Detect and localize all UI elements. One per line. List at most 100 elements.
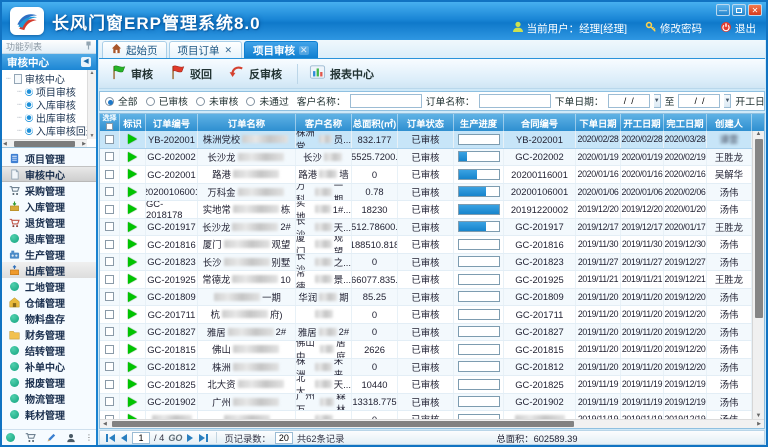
more-icon[interactable]: ⋮ bbox=[85, 433, 93, 442]
radio-已审核[interactable] bbox=[146, 97, 155, 106]
radio-全部[interactable] bbox=[105, 97, 114, 106]
table-row[interactable]: GC-202002长沙龙长沙65525.7200...已审核GC-2020022… bbox=[100, 149, 752, 167]
row-checkbox[interactable] bbox=[105, 257, 114, 266]
order-date-to-input[interactable] bbox=[678, 94, 720, 108]
tree-item-3[interactable]: ┄入库审核回退 bbox=[6, 124, 86, 137]
column-header-下单日期[interactable]: 下单日期 bbox=[576, 114, 621, 131]
scroll-left-icon[interactable]: ◀ bbox=[102, 421, 108, 427]
row-checkbox[interactable] bbox=[105, 310, 114, 319]
column-header-订单名称[interactable]: 订单名称 bbox=[198, 114, 296, 131]
column-header-完工日期[interactable]: 完工日期 bbox=[664, 114, 707, 131]
row-checkbox[interactable] bbox=[105, 380, 114, 389]
close-button[interactable]: ✕ bbox=[748, 4, 762, 16]
tab-close-icon[interactable]: ✕ bbox=[299, 46, 309, 55]
row-checkbox[interactable] bbox=[105, 152, 114, 161]
table-row[interactable]: GC-201812株洲株洲未来0已审核GC-2018122019/11/2020… bbox=[100, 359, 752, 377]
go-button[interactable]: GO bbox=[168, 433, 182, 443]
column-header-创建人[interactable]: 创建人 bbox=[707, 114, 752, 131]
select-all-checkbox[interactable] bbox=[106, 123, 113, 130]
row-checkbox[interactable] bbox=[105, 292, 114, 301]
table-row[interactable]: GC-201809一期华润期85.25已审核GC-2018092019/11/2… bbox=[100, 289, 752, 307]
scroll-right-icon[interactable]: ▶ bbox=[756, 421, 762, 427]
maximize-button[interactable] bbox=[732, 4, 746, 16]
sidebar-item-5[interactable]: 退库管理 bbox=[2, 230, 96, 246]
column-header-标识[interactable]: 标识 bbox=[120, 114, 146, 131]
first-page-button[interactable] bbox=[105, 434, 116, 442]
column-header-订单状态[interactable]: 订单状态 bbox=[398, 114, 454, 131]
scroll-up-icon[interactable]: ▲ bbox=[756, 131, 762, 137]
row-checkbox[interactable] bbox=[105, 345, 114, 354]
column-header-客户名称[interactable]: 客户名称 bbox=[296, 114, 352, 131]
sidebar-item-7[interactable]: 出库管理 bbox=[2, 262, 96, 278]
tab-项目审核[interactable]: 项目审核✕ bbox=[244, 41, 318, 58]
radio-未审核[interactable] bbox=[196, 97, 205, 106]
order-date-from-input[interactable] bbox=[608, 94, 650, 108]
horizontal-scroll-thumb[interactable] bbox=[112, 421, 574, 427]
collapse-icon[interactable]: ◀ bbox=[81, 57, 91, 67]
order-name-input[interactable] bbox=[479, 94, 551, 108]
horizontal-scrollbar[interactable]: ◀ ▶ bbox=[100, 419, 764, 428]
prev-page-button[interactable] bbox=[120, 434, 128, 442]
table-row[interactable]: GC-201902广州广州万森林13318.775已审核GC-201902201… bbox=[100, 394, 752, 412]
column-header-订单编号[interactable]: 订单编号 bbox=[146, 114, 198, 131]
row-checkbox[interactable] bbox=[105, 187, 114, 196]
table-row[interactable]: GC-201711杭府)0已审核GC-2017112019/11/202019/… bbox=[100, 306, 752, 324]
minimize-button[interactable]: — bbox=[716, 4, 730, 16]
sidebar-item-4[interactable]: 退货管理 bbox=[2, 214, 96, 230]
vertical-scroll-thumb[interactable] bbox=[755, 139, 763, 318]
change-password-button[interactable]: 修改密码 bbox=[645, 21, 702, 36]
sidebar-item-16[interactable]: 耗材管理 bbox=[2, 406, 96, 422]
column-header-开工日期[interactable]: 开工日期 bbox=[621, 114, 664, 131]
row-checkbox[interactable] bbox=[105, 275, 114, 284]
toolbar-button-审核[interactable]: 审核 bbox=[105, 61, 162, 86]
scroll-down-icon[interactable]: ▼ bbox=[756, 413, 762, 419]
row-checkbox[interactable] bbox=[105, 240, 114, 249]
sidebar-item-15[interactable]: 物流管理 bbox=[2, 390, 96, 406]
radio-未通过[interactable] bbox=[246, 97, 255, 106]
page-size-input[interactable] bbox=[275, 432, 293, 444]
row-checkbox[interactable] bbox=[105, 222, 114, 231]
row-checkbox[interactable] bbox=[105, 135, 114, 144]
table-row[interactable]: YB-202001株洲党校株洲党员...832.177已审核YB-2020012… bbox=[100, 131, 752, 149]
vertical-scrollbar[interactable]: ▲ ▼ bbox=[752, 131, 764, 419]
row-checkbox[interactable] bbox=[105, 170, 114, 179]
sidebar-item-1[interactable]: 审核中心 bbox=[2, 166, 96, 182]
row-checkbox[interactable] bbox=[105, 397, 114, 406]
sidebar-item-14[interactable]: 报废管理 bbox=[2, 374, 96, 390]
table-row[interactable]: GC-201825北大资北大天...10440已审核GC-2018252019/… bbox=[100, 376, 752, 394]
sidebar-item-2[interactable]: 采购管理 bbox=[2, 182, 96, 198]
sidebar-item-9[interactable]: 仓储管理 bbox=[2, 294, 96, 310]
column-header-总面积(㎡)[interactable]: 总面积(㎡) bbox=[352, 114, 398, 131]
table-row[interactable]: GC-201925常德龙10常德景...266077.835...已审核GC-2… bbox=[100, 271, 752, 289]
tab-close-icon[interactable]: ✕ bbox=[224, 45, 234, 56]
logout-button[interactable]: 退出 bbox=[720, 21, 756, 36]
dropdown-arrow-icon[interactable]: ▼ bbox=[724, 94, 731, 108]
sidebar-item-0[interactable]: 项目管理 bbox=[2, 150, 96, 166]
table-row[interactable]: GC-2018178实地常栋实地1#...18230已审核20191220002… bbox=[100, 201, 752, 219]
tree-vertical-scrollbar[interactable]: ▲▼ bbox=[87, 70, 96, 139]
row-checkbox[interactable] bbox=[105, 205, 114, 214]
toolbar-button-报表中心[interactable]: 报表中心 bbox=[304, 61, 383, 86]
table-row[interactable]: GC-201917长沙龙2#长沙天...8512.78600...已审核GC-2… bbox=[100, 219, 752, 237]
table-row[interactable]: 20200106001万科金万科一期0.78已审核202001060012020… bbox=[100, 184, 752, 202]
table-row[interactable]: GC-201816厦门观望厦门观望188510.818已审核GC-2018162… bbox=[100, 236, 752, 254]
column-header-合同编号[interactable]: 合同编号 bbox=[504, 114, 576, 131]
table-row[interactable]: GC-202001路港路港墙0已审核202001160012020/01/162… bbox=[100, 166, 752, 184]
sidebar-item-8[interactable]: 工地管理 bbox=[2, 278, 96, 294]
toolbar-button-驳回[interactable]: 驳回 bbox=[164, 61, 221, 86]
sidebar-item-11[interactable]: 财务管理 bbox=[2, 326, 96, 342]
last-page-button[interactable] bbox=[198, 434, 209, 442]
sidebar-item-10[interactable]: 物料盘存 bbox=[2, 310, 96, 326]
row-checkbox[interactable] bbox=[105, 327, 114, 336]
next-page-button[interactable] bbox=[186, 434, 194, 442]
column-header-选择[interactable]: 选择 bbox=[100, 114, 120, 131]
column-header-生产进度[interactable]: 生产进度 bbox=[454, 114, 504, 131]
sidebar-item-6[interactable]: 生产管理 bbox=[2, 246, 96, 262]
sidebar-item-3[interactable]: 入库管理 bbox=[2, 198, 96, 214]
table-row[interactable]: GC-201827雅居2#雅居2#0已审核GC-2018272019/11/20… bbox=[100, 324, 752, 342]
page-input[interactable] bbox=[132, 432, 150, 444]
sidebar-item-12[interactable]: 结转管理 bbox=[2, 342, 96, 358]
row-checkbox[interactable] bbox=[105, 362, 114, 371]
table-row[interactable]: 0已审核2019/11/192019/11/192019/12/19汤伟 bbox=[100, 411, 752, 419]
sidebar-item-13[interactable]: 补单中心 bbox=[2, 358, 96, 374]
